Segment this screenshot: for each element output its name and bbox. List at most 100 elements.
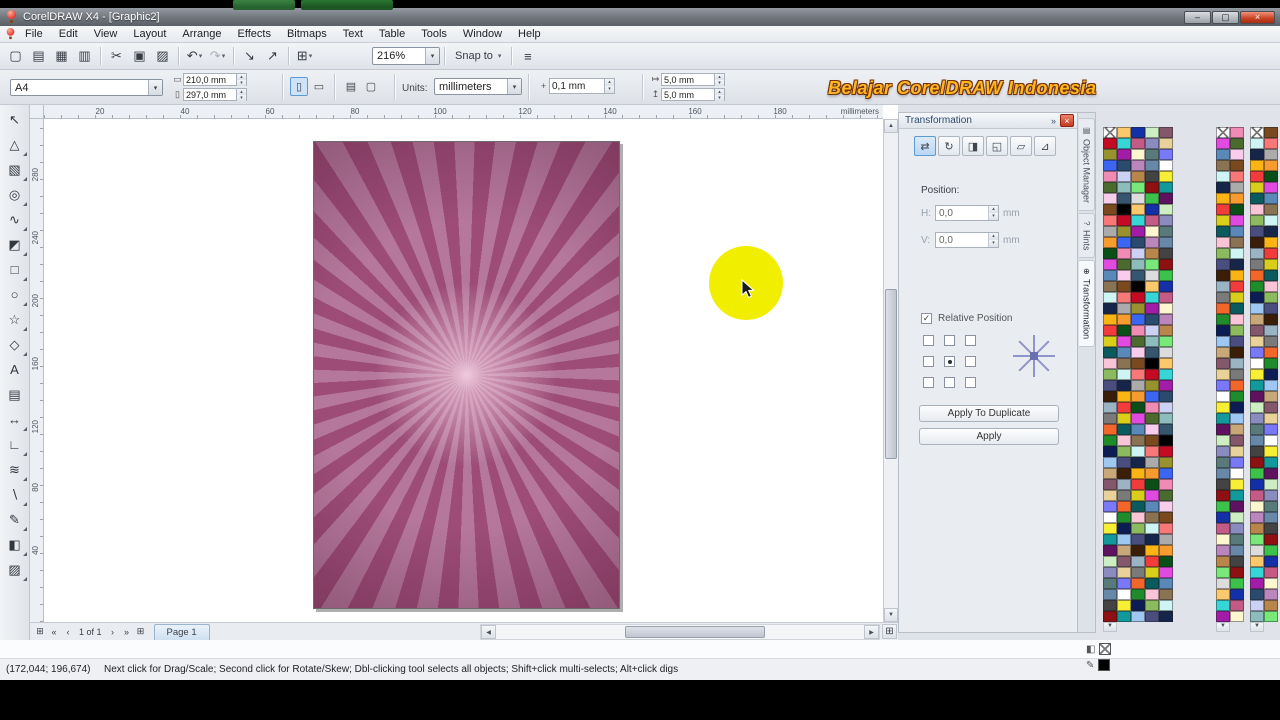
color-swatch[interactable] xyxy=(1250,237,1264,248)
color-swatch[interactable] xyxy=(1117,193,1131,204)
color-swatch[interactable] xyxy=(1230,292,1244,303)
color-swatch[interactable] xyxy=(1117,479,1131,490)
anchor-point-checkbox-4[interactable] xyxy=(944,356,955,367)
color-swatch[interactable] xyxy=(1103,204,1117,215)
color-swatch[interactable] xyxy=(1145,490,1159,501)
color-swatch[interactable] xyxy=(1216,391,1230,402)
color-swatch[interactable] xyxy=(1131,204,1145,215)
spinner[interactable]: ▴ ▾ xyxy=(237,73,247,86)
color-swatch[interactable] xyxy=(1159,600,1173,611)
color-swatch[interactable] xyxy=(1250,556,1264,567)
color-swatch[interactable] xyxy=(1159,589,1173,600)
color-swatch[interactable] xyxy=(1145,325,1159,336)
paper-width-field[interactable]: ▭ 210,0 mm ▴ ▾ xyxy=(172,73,247,86)
paper-size-combo[interactable]: A4 ▾ xyxy=(10,79,163,96)
color-swatch[interactable] xyxy=(1230,325,1244,336)
color-swatch[interactable] xyxy=(1145,259,1159,270)
combo-arrow-icon[interactable]: ▾ xyxy=(148,80,162,95)
docker-menu-chevron[interactable]: » xyxy=(1051,116,1056,126)
color-swatch[interactable] xyxy=(1159,424,1173,435)
color-swatch[interactable] xyxy=(1230,248,1244,259)
color-swatch[interactable] xyxy=(1103,292,1117,303)
palette-scroll-button[interactable]: ▼ xyxy=(1250,622,1264,632)
color-swatch[interactable] xyxy=(1159,314,1173,325)
color-swatch[interactable] xyxy=(1145,358,1159,369)
color-swatch[interactable] xyxy=(1117,358,1131,369)
color-swatch[interactable] xyxy=(1145,446,1159,457)
color-swatch[interactable] xyxy=(1159,402,1173,413)
color-swatch[interactable] xyxy=(1250,611,1264,622)
dimension-tool[interactable]: ↔ xyxy=(2,407,28,432)
color-swatch[interactable] xyxy=(1216,589,1230,600)
color-swatch[interactable] xyxy=(1117,314,1131,325)
color-swatch[interactable] xyxy=(1264,226,1278,237)
open-button[interactable]: ▤ xyxy=(27,45,50,67)
color-swatch[interactable] xyxy=(1230,237,1244,248)
maximize-button[interactable]: ▢ xyxy=(1212,10,1239,24)
color-swatch[interactable] xyxy=(1230,303,1244,314)
color-swatch[interactable] xyxy=(1159,336,1173,347)
shape-tool[interactable]: △ xyxy=(2,132,28,157)
color-swatch[interactable] xyxy=(1103,347,1117,358)
color-swatch[interactable] xyxy=(1145,468,1159,479)
color-swatch[interactable] xyxy=(1145,270,1159,281)
color-swatch[interactable] xyxy=(1230,545,1244,556)
color-swatch[interactable] xyxy=(1216,138,1230,149)
color-swatch[interactable] xyxy=(1117,534,1131,545)
color-swatch[interactable] xyxy=(1145,193,1159,204)
color-swatch[interactable] xyxy=(1264,193,1278,204)
color-swatch[interactable] xyxy=(1117,281,1131,292)
color-swatch[interactable] xyxy=(1216,490,1230,501)
spinner[interactable]: ▴ ▾ xyxy=(715,88,725,101)
color-swatch[interactable] xyxy=(1145,413,1159,424)
color-swatch[interactable] xyxy=(1216,204,1230,215)
anchor-point-checkbox-7[interactable] xyxy=(944,377,955,388)
color-swatch[interactable] xyxy=(1117,457,1131,468)
color-swatch[interactable] xyxy=(1145,567,1159,578)
color-swatch[interactable] xyxy=(1216,369,1230,380)
application-launcher-button[interactable]: ⊞ ▾ xyxy=(293,45,316,67)
color-swatch[interactable] xyxy=(1250,303,1264,314)
color-swatch[interactable] xyxy=(1117,171,1131,182)
color-swatch[interactable] xyxy=(1145,402,1159,413)
page-starburst-artwork[interactable] xyxy=(313,141,620,609)
color-swatch[interactable] xyxy=(1103,523,1117,534)
color-swatch[interactable] xyxy=(1103,490,1117,501)
transform-rotate-button[interactable]: ↻ xyxy=(938,136,960,156)
color-swatch[interactable] xyxy=(1145,182,1159,193)
color-swatch[interactable] xyxy=(1230,215,1244,226)
color-swatch[interactable] xyxy=(1103,149,1117,160)
color-swatch[interactable] xyxy=(1264,270,1278,281)
combo-arrow-icon[interactable]: ▾ xyxy=(425,48,439,64)
color-swatch[interactable] xyxy=(1103,270,1117,281)
color-swatch[interactable] xyxy=(1131,391,1145,402)
text-tool[interactable]: A xyxy=(2,357,28,382)
apply-button[interactable]: Apply xyxy=(919,428,1059,445)
color-swatch[interactable] xyxy=(1103,303,1117,314)
color-swatch[interactable] xyxy=(1230,171,1244,182)
color-swatch[interactable] xyxy=(1250,380,1264,391)
color-swatch[interactable] xyxy=(1159,149,1173,160)
color-swatch[interactable] xyxy=(1103,314,1117,325)
color-swatch[interactable] xyxy=(1216,248,1230,259)
color-swatch[interactable] xyxy=(1264,303,1278,314)
color-swatch[interactable] xyxy=(1145,501,1159,512)
color-swatch[interactable] xyxy=(1216,182,1230,193)
scroll-right-button[interactable]: ▶ xyxy=(864,625,879,639)
color-swatch[interactable] xyxy=(1117,446,1131,457)
menu-arrange[interactable]: Arrange xyxy=(174,27,229,41)
v-position-input[interactable]: 0,0 ▴ ▾ xyxy=(935,232,999,248)
color-swatch[interactable] xyxy=(1264,292,1278,303)
docker-close-button[interactable]: × xyxy=(1060,114,1074,127)
duplicate-distance-x-field[interactable]: ↦ 5,0 mm ▴ ▾ xyxy=(650,73,725,86)
color-swatch[interactable] xyxy=(1159,292,1173,303)
color-swatch[interactable] xyxy=(1216,512,1230,523)
color-swatch[interactable] xyxy=(1250,193,1264,204)
color-swatch[interactable] xyxy=(1250,534,1264,545)
current-page-button[interactable]: ▢ xyxy=(362,77,380,96)
no-color-swatch[interactable] xyxy=(1250,127,1264,138)
ruler-origin[interactable] xyxy=(30,105,44,119)
no-color-swatch[interactable] xyxy=(1216,127,1230,138)
color-swatch[interactable] xyxy=(1230,479,1244,490)
color-swatch[interactable] xyxy=(1264,325,1278,336)
